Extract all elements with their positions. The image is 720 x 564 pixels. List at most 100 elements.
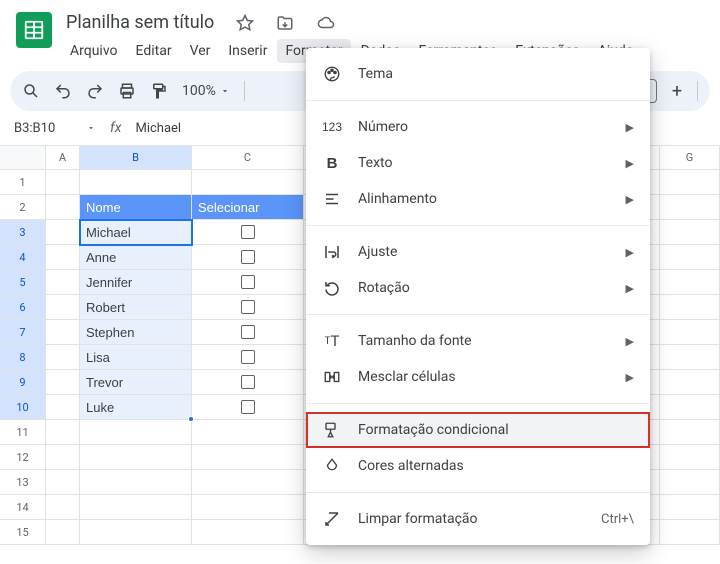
row-header-8[interactable]: 8 (0, 345, 46, 370)
cell[interactable] (46, 245, 80, 270)
cell[interactable] (192, 470, 304, 495)
cell[interactable]: Jennifer (80, 270, 192, 295)
cell[interactable] (192, 345, 304, 370)
add-sheet-button[interactable]: + (665, 79, 689, 103)
row-header-13[interactable]: 13 (0, 470, 46, 495)
cell[interactable] (660, 320, 720, 345)
row-header-7[interactable]: 7 (0, 320, 46, 345)
cell[interactable] (80, 470, 192, 495)
checkbox[interactable] (241, 350, 255, 364)
cell[interactable] (192, 295, 304, 320)
cell[interactable] (80, 495, 192, 520)
cell[interactable]: Robert (80, 295, 192, 320)
print-icon[interactable] (118, 82, 136, 100)
select-all-corner[interactable] (0, 146, 46, 170)
row-header-12[interactable]: 12 (0, 445, 46, 470)
row-header-6[interactable]: 6 (0, 295, 46, 320)
cell[interactable] (46, 370, 80, 395)
cell[interactable]: Trevor (80, 370, 192, 395)
menu-arquivo[interactable]: Arquivo (62, 39, 126, 63)
cell[interactable] (192, 370, 304, 395)
menu-item-rotação[interactable]: Rotação▶ (306, 270, 650, 306)
cell[interactable] (660, 270, 720, 295)
cell[interactable] (660, 470, 720, 495)
cell[interactable] (660, 295, 720, 320)
cell[interactable] (46, 470, 80, 495)
cell[interactable] (660, 245, 720, 270)
cell[interactable] (192, 445, 304, 470)
menu-item-formatação-condicional[interactable]: Formatação condicional (306, 412, 650, 448)
cell[interactable] (80, 420, 192, 445)
row-header-3[interactable]: 3 (0, 220, 46, 245)
sheets-logo[interactable] (16, 12, 52, 48)
row-header-2[interactable]: 2 (0, 195, 46, 220)
menu-item-mesclar-células[interactable]: Mesclar células▶ (306, 359, 650, 395)
search-icon[interactable] (22, 82, 40, 100)
cell[interactable]: Stephen (80, 320, 192, 345)
checkbox[interactable] (241, 375, 255, 389)
column-header-C[interactable]: C (192, 146, 304, 170)
cell[interactable] (46, 320, 80, 345)
cell[interactable] (192, 420, 304, 445)
cell[interactable] (660, 445, 720, 470)
column-header-G[interactable]: G (660, 146, 720, 170)
menu-item-tema[interactable]: Tema (306, 56, 650, 92)
namebox-caret-icon[interactable] (86, 123, 96, 133)
row-header-14[interactable]: 14 (0, 495, 46, 520)
menu-item-alinhamento[interactable]: Alinhamento▶ (306, 181, 650, 217)
cell[interactable] (46, 345, 80, 370)
cell[interactable] (46, 420, 80, 445)
cell[interactable]: Anne (80, 245, 192, 270)
cell[interactable] (46, 170, 80, 195)
cell[interactable] (660, 420, 720, 445)
document-title[interactable]: Planilha sem título (62, 10, 218, 35)
row-header-9[interactable]: 9 (0, 370, 46, 395)
cell[interactable] (192, 220, 304, 245)
cell[interactable] (192, 170, 304, 195)
star-icon[interactable] (232, 12, 258, 34)
checkbox[interactable] (241, 275, 255, 289)
menu-item-número[interactable]: 123Número▶ (306, 109, 650, 145)
cell[interactable] (192, 495, 304, 520)
cell[interactable] (192, 395, 304, 420)
cell[interactable] (192, 245, 304, 270)
cell[interactable] (192, 320, 304, 345)
checkbox[interactable] (241, 250, 255, 264)
cell[interactable]: Michael (80, 220, 192, 245)
cell[interactable] (80, 170, 192, 195)
cell[interactable] (46, 520, 80, 545)
cell[interactable] (46, 395, 80, 420)
row-header-1[interactable]: 1 (0, 170, 46, 195)
move-icon[interactable] (272, 12, 298, 34)
menu-item-limpar-formatação[interactable]: Limpar formataçãoCtrl+\ (306, 501, 650, 537)
cell[interactable] (80, 445, 192, 470)
cell[interactable] (46, 195, 80, 220)
cloud-status-icon[interactable] (312, 12, 340, 34)
row-header-10[interactable]: 10 (0, 395, 46, 420)
cell[interactable] (46, 220, 80, 245)
cell[interactable] (660, 395, 720, 420)
name-box[interactable] (10, 117, 80, 140)
menu-ver[interactable]: Ver (182, 39, 219, 63)
cell[interactable] (192, 270, 304, 295)
cell[interactable] (46, 445, 80, 470)
zoom-select[interactable]: 100% (182, 83, 230, 99)
redo-icon[interactable] (86, 82, 104, 100)
cell[interactable] (660, 370, 720, 395)
cell[interactable] (660, 495, 720, 520)
cell[interactable]: Luke (80, 395, 192, 420)
checkbox[interactable] (241, 225, 255, 239)
cell[interactable] (660, 520, 720, 545)
cell[interactable] (46, 495, 80, 520)
checkbox[interactable] (241, 400, 255, 414)
cell[interactable] (660, 195, 720, 220)
cell[interactable] (80, 520, 192, 545)
cell[interactable] (46, 295, 80, 320)
formula-bar[interactable]: Michael (135, 121, 181, 136)
paint-format-icon[interactable] (150, 82, 168, 100)
menu-item-tamanho-da-fonte[interactable]: TTTamanho da fonte▶ (306, 323, 650, 359)
cell[interactable]: Lisa (80, 345, 192, 370)
menu-item-cores-alternadas[interactable]: Cores alternadas (306, 448, 650, 484)
column-header-B[interactable]: B (80, 146, 192, 170)
row-header-5[interactable]: 5 (0, 270, 46, 295)
